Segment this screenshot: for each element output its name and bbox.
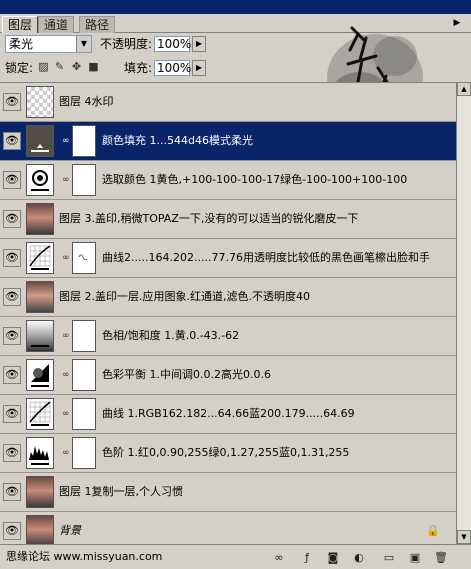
layer-name: 色彩平衡 1.中间调0.0.2高光0.0.6 [102, 368, 271, 381]
layer-name: 图层 1复制一层,个人习惯 [59, 485, 183, 498]
link-icon: ∞ [62, 370, 70, 380]
layer-mask-thumbnail[interactable] [72, 398, 96, 430]
layer-thumbnail-selective-color [26, 164, 54, 196]
panel-footer: 思缘论坛 www.missyuan.com ∞ ƒ ◙ ◐ ▭ ▣ 🗑 [0, 544, 471, 569]
layer-mask-thumbnail[interactable] [72, 164, 96, 196]
layer-style-icon[interactable]: ƒ [300, 551, 314, 565]
link-icon: ∞ [62, 331, 70, 341]
blend-opacity-row: 柔光 ▼ 不透明度: 100% ▶ [0, 33, 471, 55]
layer-row[interactable]: 👁 图层 2.盖印一层.应用图象.红通道,滤色.不透明度40 [0, 278, 456, 317]
eye-icon[interactable]: 👁 [3, 132, 21, 150]
scroll-down-icon[interactable]: ▼ [457, 530, 471, 544]
link-icon: ∞ [62, 448, 70, 458]
eye-icon[interactable]: 👁 [3, 249, 21, 267]
link-icon: ∞ [62, 175, 70, 185]
layer-name: 图层 3.盖印,稍微TOPAZ一下,没有的可以适当的锐化磨皮一下 [59, 212, 359, 225]
delete-icon[interactable]: 🗑 [434, 551, 448, 565]
layer-mask-thumbnail[interactable] [72, 359, 96, 391]
layer-row[interactable]: 👁 图层 1复制一层,个人习惯 [0, 473, 456, 512]
layer-row[interactable]: 👁 ∞ 选取颜色 1黄色,+100-100-100-17绿色-100-100+1… [0, 161, 456, 200]
layer-thumbnail-photo [26, 515, 54, 547]
layer-row[interactable]: 👁 ∞ 色相/饱和度 1.黄.0.-43.-62 [0, 317, 456, 356]
layer-row[interactable]: 👁 ∞ 色彩平衡 1.中间调0.0.2高光0.0.6 [0, 356, 456, 395]
eye-icon[interactable]: 👁 [3, 366, 21, 384]
blend-mode-value: 柔光 [9, 37, 34, 51]
eye-icon[interactable]: 👁 [3, 444, 21, 462]
panel-menu-icon[interactable]: ▶ [449, 17, 465, 29]
blend-mode-select[interactable]: 柔光 ▼ [5, 35, 92, 53]
layer-thumbnail-color-balance [26, 359, 54, 391]
layer-thumbnail-curves [26, 398, 54, 430]
layer-row[interactable]: 👁 ∞ 颜色填充 1...544d46模式柔光 [0, 122, 456, 161]
fill-label: 填充: [124, 61, 153, 75]
lock-pixels-icon[interactable]: ✎ [53, 60, 66, 73]
lock-transparency-icon[interactable]: ▨ [37, 60, 50, 73]
link-icon: ∞ [62, 136, 70, 146]
layer-name: 色相/饱和度 1.黄.0.-43.-62 [102, 329, 240, 342]
layer-name: 色阶 1.红0,0.90,255绿0,1.27,255蓝0,1.31,255 [102, 446, 350, 459]
layer-name: 图层 2.盖印一层.应用图象.红通道,滤色.不透明度40 [59, 290, 310, 303]
scroll-up-icon[interactable]: ▲ [457, 82, 471, 96]
layer-thumbnail-levels [26, 437, 54, 469]
layer-mask-thumbnail[interactable] [72, 125, 96, 157]
layer-thumbnail-hue-saturation [26, 320, 54, 352]
eye-icon[interactable]: 👁 [3, 288, 21, 306]
link-icon: ∞ [62, 409, 70, 419]
tab-channels[interactable]: 通道 [38, 16, 75, 33]
new-layer-icon[interactable]: ▣ [408, 551, 422, 565]
layer-name: 颜色填充 1...544d46模式柔光 [102, 134, 253, 147]
layer-name: 选取颜色 1黄色,+100-100-100-17绿色-100-100+100-1… [102, 173, 408, 186]
add-mask-icon[interactable]: ◙ [326, 551, 340, 565]
panel-tab-bar: 图层 通道 路径 ▶ [0, 14, 471, 33]
layer-row[interactable]: 👁 ∞ 曲线 1.RGB162.182...64.66蓝200.179.....… [0, 395, 456, 434]
layer-thumbnail-photo [26, 476, 54, 508]
fill-input[interactable]: 100% [154, 60, 191, 76]
layer-name: 背景 [59, 524, 81, 537]
link-layers-icon[interactable]: ∞ [272, 551, 286, 565]
adjustment-layer-icon[interactable]: ◐ [352, 551, 366, 565]
panel-title-bar [0, 0, 471, 14]
footer-watermark-text: 思缘论坛 www.missyuan.com [6, 550, 163, 563]
eye-icon[interactable]: 👁 [3, 171, 21, 189]
layer-thumbnail-color-fill [26, 125, 54, 157]
layers-scrollbar[interactable]: ▲ ▼ [456, 82, 471, 544]
layer-name: 图层 4水印 [59, 95, 114, 108]
layer-name: 曲线 1.RGB162.182...64.66蓝200.179.....64.6… [102, 407, 355, 420]
eye-icon[interactable]: 👁 [3, 483, 21, 501]
layer-mask-thumbnail[interactable] [72, 242, 96, 274]
eye-icon[interactable]: 👁 [3, 327, 21, 345]
lock-icon: 🔒 [426, 524, 440, 537]
chevron-down-icon[interactable]: ▼ [76, 36, 91, 52]
eye-icon[interactable]: 👁 [3, 210, 21, 228]
tab-paths[interactable]: 路径 [79, 16, 116, 33]
lock-label: 锁定: [5, 61, 34, 75]
tab-layers[interactable]: 图层 [2, 16, 39, 33]
opacity-label: 不透明度: [100, 37, 153, 51]
layer-thumbnail-photo [26, 203, 54, 235]
link-icon: ∞ [62, 253, 70, 263]
new-group-icon[interactable]: ▭ [382, 551, 396, 565]
layers-list: 👁 图层 4水印 👁 ∞ 颜色填充 1...544d46模式柔光 👁 ∞ 选取颜… [0, 82, 471, 551]
layer-thumbnail-transparent [26, 86, 54, 118]
layer-mask-thumbnail[interactable] [72, 437, 96, 469]
lock-position-icon[interactable]: ✥ [70, 60, 83, 73]
layer-name: 曲线2.....164.202.....77.76用透明度比较低的黑色画笔檫出脸… [102, 251, 430, 264]
layer-row[interactable]: 👁 ∞ 色阶 1.红0,0.90,255绿0,1.27,255蓝0,1.31,2… [0, 434, 456, 473]
layer-thumbnail-photo [26, 281, 54, 313]
eye-icon[interactable]: 👁 [3, 522, 21, 540]
lock-all-icon[interactable]: ■ [87, 60, 100, 73]
eye-icon[interactable]: 👁 [3, 405, 21, 423]
layer-row[interactable]: 👁 图层 4水印 [0, 83, 456, 122]
layer-mask-thumbnail[interactable] [72, 320, 96, 352]
opacity-slider-arrow-icon[interactable]: ▶ [192, 36, 206, 52]
layer-thumbnail-curves [26, 242, 54, 274]
eye-icon[interactable]: 👁 [3, 93, 21, 111]
fill-slider-arrow-icon[interactable]: ▶ [192, 60, 206, 76]
layer-row[interactable]: 👁 图层 3.盖印,稍微TOPAZ一下,没有的可以适当的锐化磨皮一下 [0, 200, 456, 239]
opacity-input[interactable]: 100% [154, 36, 191, 52]
lock-fill-row: 锁定: ▨ ✎ ✥ ■ 填充: 100% ▶ [0, 57, 471, 79]
layer-row[interactable]: 👁 ∞ 曲线2.....164.202.....77.76用透明度比较低的黑色画… [0, 239, 456, 278]
